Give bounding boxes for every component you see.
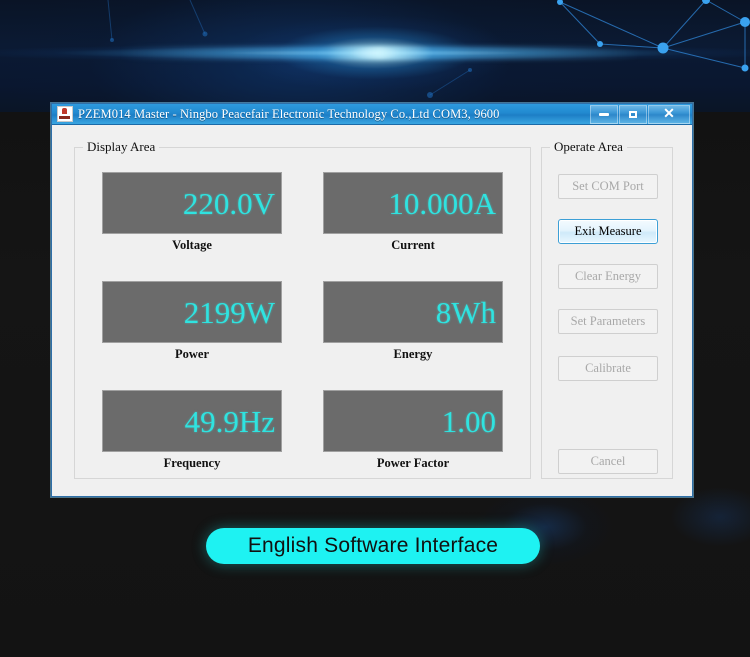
set-parameters-button[interactable]: Set Parameters (558, 309, 658, 334)
calibrate-button[interactable]: Calibrate (558, 356, 658, 381)
readout-value: 220.0V (183, 188, 275, 219)
readout-caption: Frequency (102, 456, 282, 471)
readout-frequency: 49.9Hz Frequency (102, 390, 282, 471)
window-controls: ✕ (590, 105, 690, 124)
readout-value: 8Wh (436, 297, 496, 328)
readout-caption: Power Factor (323, 456, 503, 471)
readout-current: 10.000A Current (323, 172, 503, 253)
banner-caption: English Software Interface (248, 534, 498, 558)
readout-screen: 8Wh (323, 281, 503, 343)
readout-screen: 49.9Hz (102, 390, 282, 452)
readout-value: 49.9Hz (185, 406, 275, 437)
operate-area-legend: Operate Area (550, 139, 627, 155)
english-software-interface-banner: English Software Interface (206, 528, 540, 564)
operate-area-group: Operate Area Set COM Port Exit Measure C… (541, 147, 673, 479)
readout-screen: 2199W (102, 281, 282, 343)
readout-energy: 8Wh Energy (323, 281, 503, 362)
close-button[interactable]: ✕ (648, 105, 690, 124)
app-icon (57, 106, 73, 122)
readout-value: 2199W (184, 297, 275, 328)
display-area-legend: Display Area (83, 139, 159, 155)
readout-power: 2199W Power (102, 281, 282, 362)
maximize-icon (629, 111, 637, 118)
network-constellation-graphic (0, 0, 750, 112)
page-root: PZEM014 Master - Ningbo Peacefair Electr… (0, 0, 750, 657)
application-window: PZEM014 Master - Ningbo Peacefair Electr… (51, 103, 693, 497)
readout-caption: Voltage (102, 238, 282, 253)
window-title: PZEM014 Master - Ningbo Peacefair Electr… (78, 107, 500, 122)
readout-screen: 220.0V (102, 172, 282, 234)
background-hero-image (0, 0, 750, 112)
clear-energy-button[interactable]: Clear Energy (558, 264, 658, 289)
window-titlebar[interactable]: PZEM014 Master - Ningbo Peacefair Electr… (52, 104, 692, 125)
minimize-button[interactable] (590, 105, 618, 124)
readout-voltage: 220.0V Voltage (102, 172, 282, 253)
readout-screen: 1.00 (323, 390, 503, 452)
cancel-button[interactable]: Cancel (558, 449, 658, 474)
readout-value: 1.00 (442, 406, 496, 437)
minimize-icon (599, 113, 609, 116)
close-icon: ✕ (649, 106, 689, 123)
readout-value: 10.000A (388, 188, 496, 219)
window-client-area: Display Area 220.0V Voltage 10.000A Curr… (52, 125, 692, 494)
readout-power-factor: 1.00 Power Factor (323, 390, 503, 471)
readout-caption: Power (102, 347, 282, 362)
readout-caption: Current (323, 238, 503, 253)
set-com-port-button[interactable]: Set COM Port (558, 174, 658, 199)
readout-caption: Energy (323, 347, 503, 362)
readout-screen: 10.000A (323, 172, 503, 234)
maximize-button[interactable] (619, 105, 647, 124)
display-area-group: Display Area 220.0V Voltage 10.000A Curr… (74, 147, 531, 479)
exit-measure-button[interactable]: Exit Measure (558, 219, 658, 244)
